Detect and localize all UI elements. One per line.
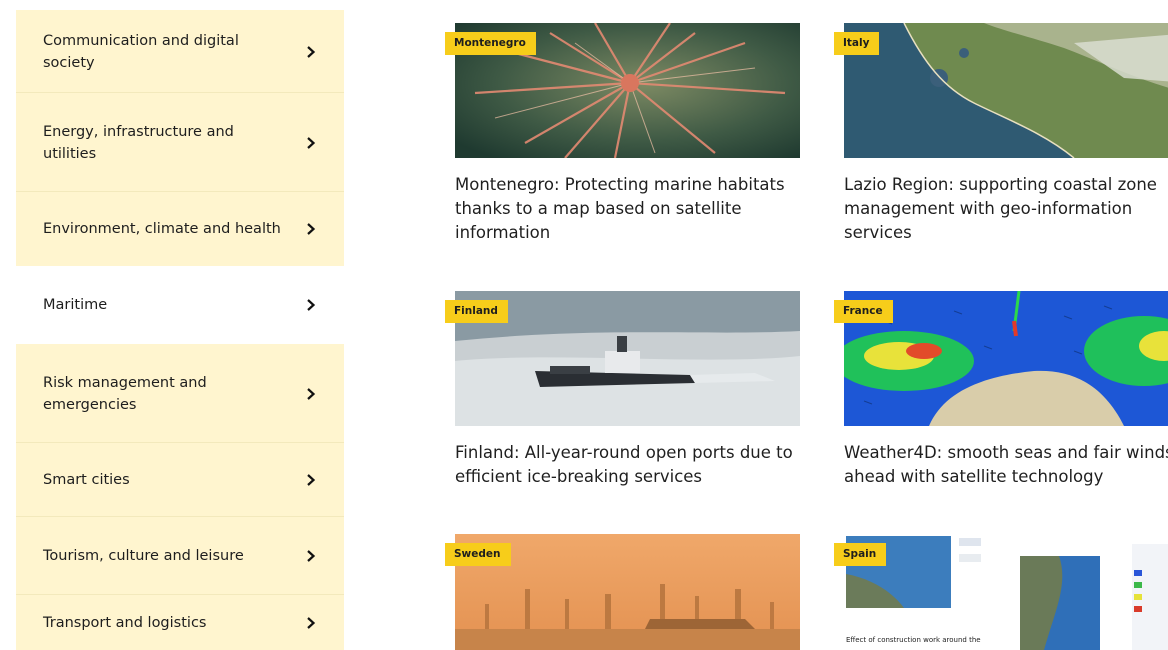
card-image[interactable] xyxy=(844,291,1168,426)
sidebar-item-label: Transport and logistics xyxy=(43,614,207,631)
country-tag[interactable]: Italy xyxy=(834,32,880,55)
chevron-right-icon xyxy=(307,474,316,486)
chevron-right-icon xyxy=(307,136,316,149)
country-tag[interactable]: Montenegro xyxy=(445,32,536,55)
sidebar-item-label: Tourism, culture and leisure xyxy=(43,548,244,564)
card-title[interactable]: Montenegro: Protecting marine habitats t… xyxy=(455,173,800,245)
chevron-right-icon xyxy=(307,616,316,629)
card-image[interactable] xyxy=(844,534,1168,650)
card-title[interactable]: Lazio Region: supporting coastal zone ma… xyxy=(844,173,1168,245)
sidebar-item-tourism[interactable]: Tourism, culture and leisure xyxy=(16,517,344,595)
sidebar-item-label: Communication and digital society xyxy=(43,32,239,71)
country-tag[interactable]: France xyxy=(834,300,893,323)
sidebar-item-environment[interactable]: Environment, climate and health xyxy=(16,192,344,266)
sidebar-item-transport[interactable]: Transport and logistics xyxy=(16,595,344,650)
chevron-right-icon xyxy=(307,550,316,562)
sidebar-item-label: Maritime xyxy=(43,297,108,313)
card-title[interactable]: Finland: All-year-round open ports due t… xyxy=(455,441,800,489)
sidebar-item-energy[interactable]: Energy, infrastructure and utilities xyxy=(16,93,344,192)
chevron-right-icon xyxy=(307,223,316,235)
country-tag[interactable]: Spain xyxy=(834,543,887,566)
chevron-right-icon xyxy=(307,299,316,311)
sidebar-item-label: Environment, climate and health xyxy=(43,221,281,237)
sidebar-item-risk-management[interactable]: Risk management and emergencies xyxy=(16,344,344,443)
sidebar-item-label: Risk management and emergencies xyxy=(43,374,207,413)
sidebar-item-communication[interactable]: Communication and digital society xyxy=(16,10,344,93)
chevron-right-icon xyxy=(307,45,316,58)
card-title[interactable]: Weather4D: smooth seas and fair winds ah… xyxy=(844,441,1168,489)
chevron-right-icon xyxy=(307,387,316,400)
sidebar-item-maritime[interactable]: Maritime xyxy=(16,266,344,344)
card-image[interactable] xyxy=(844,23,1168,158)
image-caption: Effect of construction work around the xyxy=(846,636,981,644)
sidebar-item-smart-cities[interactable]: Smart cities xyxy=(16,443,344,517)
sidebar-item-label: Smart cities xyxy=(43,472,130,488)
country-tag[interactable]: Finland xyxy=(445,300,508,323)
country-tag[interactable]: Sweden xyxy=(445,543,511,566)
sidebar-item-label: Energy, infrastructure and utilities xyxy=(43,123,234,162)
